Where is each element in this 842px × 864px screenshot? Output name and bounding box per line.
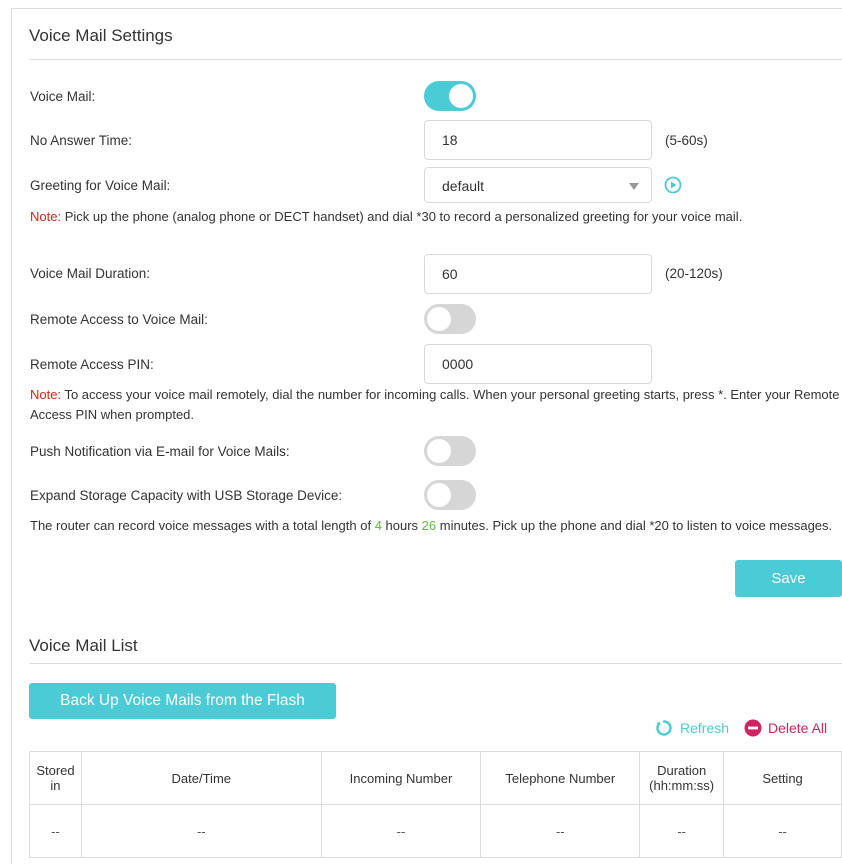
table-cell: -- bbox=[723, 804, 842, 858]
push-notification-label: Push Notification via E-mail for Voice M… bbox=[30, 444, 290, 459]
save-button[interactable]: Save bbox=[735, 560, 842, 597]
no-answer-time-label: No Answer Time: bbox=[30, 133, 133, 148]
toggle-knob bbox=[427, 307, 451, 331]
column-header-duration: Duration (hh:mm:ss) bbox=[639, 751, 725, 805]
table-cell: -- bbox=[29, 804, 82, 858]
backup-voice-mails-button[interactable]: Back Up Voice Mails from the Flash bbox=[29, 683, 336, 719]
refresh-button[interactable]: Refresh bbox=[655, 719, 729, 737]
capacity-info: The router can record voice messages wit… bbox=[30, 516, 840, 536]
table-cell: -- bbox=[320, 804, 482, 858]
minus-circle-icon bbox=[744, 719, 762, 737]
push-notification-toggle[interactable] bbox=[424, 436, 476, 466]
expand-storage-toggle[interactable] bbox=[424, 480, 476, 510]
toggle-knob bbox=[427, 483, 451, 507]
table-cell: -- bbox=[639, 804, 725, 858]
list-section-title: Voice Mail List bbox=[29, 636, 138, 655]
duration-hint: (20-120s) bbox=[665, 266, 723, 281]
column-header-stored-in: Stored in bbox=[29, 751, 82, 805]
remote-access-label: Remote Access to Voice Mail: bbox=[30, 312, 208, 327]
no-answer-time-hint: (5-60s) bbox=[665, 133, 708, 148]
remote-access-toggle[interactable] bbox=[424, 304, 476, 334]
duration-input[interactable] bbox=[424, 254, 652, 294]
table-row: -- -- -- -- -- -- bbox=[29, 804, 842, 858]
column-header-incoming-number: Incoming Number bbox=[320, 751, 482, 805]
column-header-telephone-number: Telephone Number bbox=[480, 751, 641, 805]
capacity-hours: 4 bbox=[374, 518, 382, 533]
column-header-date-time: Date/Time bbox=[80, 751, 322, 805]
no-answer-time-input[interactable] bbox=[424, 120, 652, 160]
frame-left-border bbox=[11, 8, 12, 864]
table-header-row: Stored in Date/Time Incoming Number Tele… bbox=[29, 751, 842, 805]
table-cell: -- bbox=[480, 804, 641, 858]
table-cell: -- bbox=[80, 804, 322, 858]
settings-section-title: Voice Mail Settings bbox=[29, 26, 173, 45]
frame-top-border bbox=[11, 8, 842, 9]
capacity-text-after: minutes. Pick up the phone and dial *20 … bbox=[436, 518, 833, 533]
column-header-setting: Setting bbox=[723, 751, 842, 805]
delete-all-label: Delete All bbox=[768, 720, 828, 736]
toggle-knob bbox=[449, 84, 473, 108]
settings-divider bbox=[29, 59, 842, 60]
delete-all-button[interactable]: Delete All bbox=[744, 719, 827, 737]
capacity-text-hours: hours bbox=[381, 518, 422, 533]
list-divider bbox=[29, 663, 842, 664]
greeting-note: Note: Pick up the phone (analog phone or… bbox=[30, 207, 840, 227]
greeting-label: Greeting for Voice Mail: bbox=[30, 178, 171, 193]
note-text: Pick up the phone (analog phone or DECT … bbox=[61, 209, 743, 224]
refresh-icon bbox=[656, 720, 672, 736]
capacity-minutes: 26 bbox=[421, 518, 437, 533]
note-prefix: Note: bbox=[30, 387, 62, 402]
capacity-text-before: The router can record voice messages wit… bbox=[30, 518, 375, 533]
greeting-selected-value: default bbox=[442, 178, 485, 194]
play-circle-icon[interactable] bbox=[664, 176, 682, 194]
note-prefix: Note: bbox=[30, 209, 62, 224]
voice-mail-table: Stored in Date/Time Incoming Number Tele… bbox=[29, 751, 842, 858]
voice-mail-toggle[interactable] bbox=[424, 81, 476, 111]
duration-label: Voice Mail Duration: bbox=[30, 266, 151, 281]
chevron-down-icon bbox=[629, 183, 639, 190]
remote-access-note: Note: To access your voice mail remotely… bbox=[30, 385, 840, 425]
voice-mail-label: Voice Mail: bbox=[30, 89, 96, 104]
remote-pin-input[interactable] bbox=[424, 344, 652, 384]
remote-pin-label: Remote Access PIN: bbox=[30, 357, 154, 372]
toggle-knob bbox=[427, 439, 451, 463]
refresh-label: Refresh bbox=[680, 720, 730, 736]
greeting-select[interactable]: default bbox=[424, 167, 652, 203]
note-text: To access your voice mail remotely, dial… bbox=[30, 387, 840, 422]
expand-storage-label: Expand Storage Capacity with USB Storage… bbox=[30, 488, 343, 503]
